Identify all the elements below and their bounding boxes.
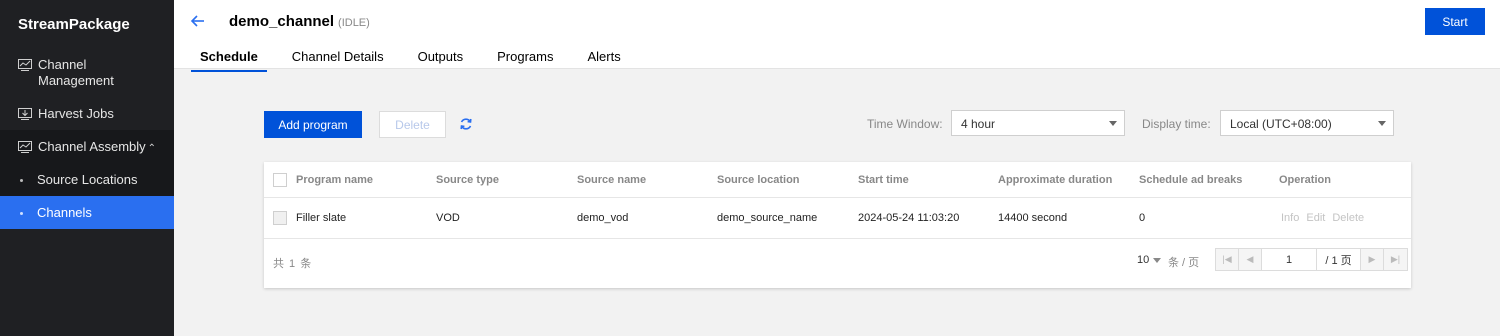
time-window-label: Time Window: <box>867 117 943 131</box>
sidebar-item-channels[interactable]: Channels <box>0 196 174 229</box>
download-icon <box>18 108 32 120</box>
sidebar-item-label: Channel Assembly <box>38 139 146 154</box>
page-title: demo_channel (IDLE) <box>229 13 370 30</box>
column-header: Start time <box>858 173 909 186</box>
program-table: Program name Source type Source name Sou… <box>264 162 1411 288</box>
table-row: Filler slate VOD demo_vod demo_source_na… <box>264 198 1411 239</box>
pager: |◀ ◀ / 1 页 ▶ ▶| <box>1215 248 1408 271</box>
tab-schedule[interactable]: Schedule <box>191 44 267 72</box>
row-checkbox[interactable] <box>273 198 287 238</box>
dropdown-arrow-icon <box>1109 121 1117 126</box>
monitor-chart-icon <box>18 59 32 71</box>
display-time-select[interactable]: Local (UTC+08:00) <box>1220 110 1394 136</box>
select-all-checkbox[interactable] <box>273 162 287 197</box>
display-time-label: Display time: <box>1142 117 1211 131</box>
first-page-icon[interactable]: |◀ <box>1216 249 1239 270</box>
sidebar-item-label: Channel Management <box>38 57 114 88</box>
duration-cell: 14400 second <box>998 212 1068 224</box>
next-page-icon[interactable]: ▶ <box>1361 249 1384 270</box>
start-button[interactable]: Start <box>1425 8 1485 35</box>
sidebar-item-source-locations[interactable]: Source Locations <box>0 163 174 196</box>
source-type-cell: VOD <box>436 212 460 224</box>
prev-page-icon[interactable]: ◀ <box>1239 249 1262 270</box>
tab-outputs[interactable]: Outputs <box>409 44 473 72</box>
ad-breaks-cell: 0 <box>1139 212 1146 224</box>
channel-name: demo_channel <box>229 13 335 30</box>
status-badge: (IDLE) <box>338 17 370 29</box>
page-header: demo_channel (IDLE) Start Schedule Channe… <box>174 0 1500 72</box>
sidebar-item-label: Harvest Jobs <box>38 106 114 121</box>
column-header: Approximate duration <box>998 173 1113 186</box>
per-page-label: 条 / 页 <box>1168 257 1200 269</box>
sidebar-item-harvest-jobs[interactable]: Harvest Jobs <box>0 97 174 130</box>
add-program-button[interactable]: Add program <box>264 111 362 138</box>
back-arrow-icon[interactable] <box>190 12 206 30</box>
page-number-input[interactable] <box>1262 249 1317 270</box>
start-time-cell: 2024-05-24 11:03:20 <box>858 212 960 224</box>
time-window-select[interactable]: 4 hour <box>951 110 1125 136</box>
bullet-dot-icon <box>20 179 23 183</box>
sidebar-item-channel-assembly[interactable]: Channel Assembly ⌃ <box>0 130 174 163</box>
main-content: Add program Delete Time Window: 4 hour D… <box>174 70 1500 336</box>
column-header: Source name <box>577 173 647 186</box>
column-header: Schedule ad breaks <box>1139 173 1243 186</box>
total-count: 共 1 条 <box>273 258 313 270</box>
total-pages: / 1 页 <box>1317 249 1361 270</box>
operations-cell: Info Edit Delete <box>1281 198 1371 238</box>
page-size-value: 10 <box>1137 254 1150 266</box>
page-size-select[interactable]: 10 <box>1137 254 1162 266</box>
column-header: Source location <box>717 173 800 186</box>
column-header: Source type <box>436 173 499 186</box>
chevron-up-icon[interactable]: ⌃ <box>148 141 156 157</box>
source-location-cell: demo_source_name <box>717 212 818 224</box>
sidebar: StreamPackage Channel Management Harvest… <box>0 0 174 336</box>
bullet-dot-icon <box>20 212 23 216</box>
column-header: Operation <box>1279 173 1331 186</box>
refresh-icon[interactable] <box>459 117 473 131</box>
column-header: Program name <box>296 173 374 186</box>
source-name-link[interactable]: demo_vod <box>577 198 628 238</box>
brand-logo: StreamPackage <box>18 16 130 33</box>
tab-channel-details[interactable]: Channel Details <box>283 44 393 72</box>
dropdown-arrow-icon <box>1153 257 1162 263</box>
tab-bar: Schedule Channel Details Outputs Program… <box>191 44 646 72</box>
time-window-value: 4 hour <box>961 117 996 131</box>
table-header: Program name Source type Source name Sou… <box>264 162 1411 198</box>
monitor-chart-icon <box>18 141 32 153</box>
dropdown-arrow-icon <box>1378 121 1386 126</box>
sidebar-subitem-label: Channels <box>37 205 92 220</box>
delete-link[interactable]: Delete <box>1332 212 1364 224</box>
edit-link[interactable]: Edit <box>1306 212 1325 224</box>
display-time-value: Local (UTC+08:00) <box>1230 117 1332 131</box>
tab-alerts[interactable]: Alerts <box>578 44 629 72</box>
program-name-cell: Filler slate <box>296 212 347 224</box>
info-link[interactable]: Info <box>1281 212 1299 224</box>
tab-programs[interactable]: Programs <box>488 44 562 72</box>
pagination-bar: 共 1 条 10 条 / 页 |◀ ◀ / 1 页 ▶ ▶| <box>264 240 1411 288</box>
sidebar-subitem-label: Source Locations <box>37 172 138 187</box>
last-page-icon[interactable]: ▶| <box>1384 249 1407 270</box>
sidebar-item-channel-management[interactable]: Channel Management <box>0 48 174 97</box>
delete-button[interactable]: Delete <box>379 111 446 138</box>
